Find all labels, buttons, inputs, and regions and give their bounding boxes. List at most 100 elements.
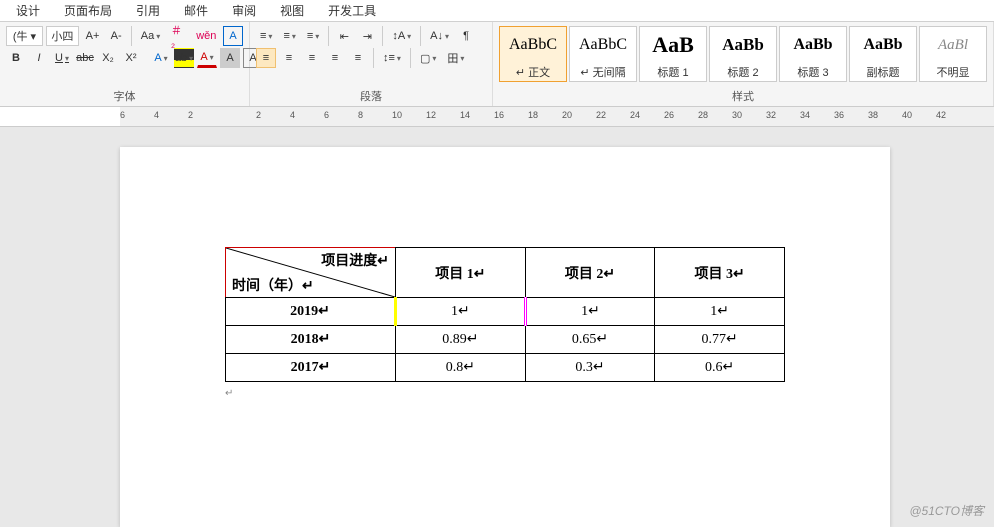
font-size-select[interactable]: 小四 [46, 26, 79, 46]
superscript-button[interactable]: X² [121, 48, 141, 68]
row-header-2017[interactable]: 2017↵ [226, 354, 396, 382]
table-corner-cell[interactable]: 项目进度↵ 时间（年）↵ [226, 248, 396, 298]
menu-mailings[interactable]: 邮件 [172, 0, 220, 21]
phonetic-guide-button[interactable]: wěn [193, 26, 220, 46]
col-header-2[interactable]: 项目 2↵ [525, 248, 655, 298]
ruler-tick: 34 [800, 110, 810, 120]
font-family-select[interactable]: (牛 ▾ [6, 26, 43, 46]
document-table[interactable]: 项目进度↵ 时间（年）↵ 项目 1↵ 项目 2↵ 项目 3↵ 2019↵ 1↵ … [225, 247, 785, 382]
paragraph-group-label: 段落 [256, 88, 486, 106]
separator [420, 26, 421, 46]
menu-pagelayout[interactable]: 页面布局 [52, 0, 124, 21]
text-effects-button[interactable]: A [151, 48, 171, 68]
style-card-0[interactable]: AaBbC↵ 正文 [499, 26, 567, 82]
show-marks-button[interactable]: ¶ [456, 26, 476, 46]
text-direction-button[interactable]: ↕A [388, 26, 415, 46]
watermark-label: @51CTO博客 [909, 502, 984, 519]
styles-gallery[interactable]: AaBbC↵ 正文AaBbC↵ 无间隔AaB标题 1AaBb标题 2AaBb标题… [499, 26, 987, 82]
paragraph-mark: ↵ [225, 388, 785, 399]
cell[interactable]: 1↵ [655, 298, 785, 326]
align-left-button[interactable]: ≡ [256, 48, 276, 68]
align-right-button[interactable]: ≡ [302, 48, 322, 68]
strikethrough-button[interactable]: abc [75, 48, 95, 68]
row-header-2018[interactable]: 2018↵ [226, 326, 396, 354]
style-card-4[interactable]: AaBb标题 3 [779, 26, 847, 82]
style-name-label: ↵ 无间隔 [570, 63, 636, 81]
ruler-tick: 30 [732, 110, 742, 120]
col-header-3[interactable]: 项目 3↵ [655, 248, 785, 298]
ribbon: (牛 ▾ 小四 A+ A- Aa ＃₂ wěn A B I U abc X₂ X… [0, 22, 994, 107]
ruler-tick: 16 [494, 110, 504, 120]
ruler-tick: 20 [562, 110, 572, 120]
sort-button[interactable]: A↓ [426, 26, 453, 46]
styles-group-label: 样式 [499, 88, 987, 106]
cell[interactable]: 0.77↵ [655, 326, 785, 354]
menu-design[interactable]: 设计 [4, 0, 52, 21]
align-center-button[interactable]: ≡ [279, 48, 299, 68]
corner-bottom-label: 时间（年）↵ [232, 275, 314, 295]
indent-decrease-button[interactable]: ⇤ [334, 26, 354, 46]
bold-button[interactable]: B [6, 48, 26, 68]
ruler-tick: 40 [902, 110, 912, 120]
document-page[interactable]: 项目进度↵ 时间（年）↵ 项目 1↵ 项目 2↵ 项目 3↵ 2019↵ 1↵ … [120, 147, 890, 527]
indent-increase-button[interactable]: ⇥ [357, 26, 377, 46]
cell[interactable]: 0.65↵ [525, 326, 655, 354]
align-justify-button[interactable]: ≡ [325, 48, 345, 68]
clear-formatting-button[interactable]: ＃₂ [167, 26, 190, 46]
bullets-button[interactable]: ≡ [256, 26, 276, 46]
cell[interactable]: 0.3↵ [525, 354, 655, 382]
menu-view[interactable]: 视图 [268, 0, 316, 21]
cell[interactable]: 0.6↵ [655, 354, 785, 382]
borders-button[interactable]: 田 [443, 48, 468, 68]
multilevel-list-button[interactable]: ≡ [303, 26, 323, 46]
ruler-tick: 8 [358, 110, 363, 120]
style-card-1[interactable]: AaBbC↵ 无间隔 [569, 26, 637, 82]
ruler-tick: 12 [426, 110, 436, 120]
ribbon-group-font: (牛 ▾ 小四 A+ A- Aa ＃₂ wěn A B I U abc X₂ X… [0, 22, 250, 106]
style-name-label: 不明显 [920, 63, 986, 81]
line-spacing-button[interactable]: ↕≡ [379, 48, 405, 68]
cell[interactable]: 1↵ [525, 298, 655, 326]
table-row: 2017↵ 0.8↵ 0.3↵ 0.6↵ [226, 354, 785, 382]
cell[interactable]: 0.8↵ [396, 354, 526, 382]
horizontal-ruler[interactable]: 6422468101214161820222426283032343638404… [0, 107, 994, 127]
cell[interactable]: 1↵ [396, 298, 526, 326]
ruler-tick: 2 [188, 110, 193, 120]
grow-font-button[interactable]: A+ [82, 26, 103, 46]
highlight-button[interactable]: ab [174, 48, 194, 68]
ruler-tick: 28 [698, 110, 708, 120]
style-card-3[interactable]: AaBb标题 2 [709, 26, 777, 82]
ribbon-group-styles: AaBbC↵ 正文AaBbC↵ 无间隔AaB标题 1AaBb标题 2AaBb标题… [493, 22, 994, 106]
row-header-2019[interactable]: 2019↵ [226, 298, 396, 326]
subscript-button[interactable]: X₂ [98, 48, 118, 68]
shrink-font-button[interactable]: A- [106, 26, 126, 46]
separator [328, 26, 329, 46]
change-case-button[interactable]: Aa [137, 26, 164, 46]
char-shading-button[interactable]: A [220, 48, 240, 68]
col-header-1[interactable]: 项目 1↵ [396, 248, 526, 298]
menu-review[interactable]: 审阅 [220, 0, 268, 21]
style-preview: AaBbC [500, 27, 566, 63]
underline-button[interactable]: U [52, 48, 72, 68]
style-name-label: 标题 3 [780, 63, 846, 81]
document-viewport[interactable]: 项目进度↵ 时间（年）↵ 项目 1↵ 项目 2↵ 项目 3↵ 2019↵ 1↵ … [0, 127, 994, 525]
ruler-tick: 4 [290, 110, 295, 120]
numbering-button[interactable]: ≡ [279, 26, 299, 46]
italic-button[interactable]: I [29, 48, 49, 68]
cell[interactable]: 0.89↵ [396, 326, 526, 354]
menu-references[interactable]: 引用 [124, 0, 172, 21]
font-group-label: 字体 [6, 88, 243, 106]
style-card-2[interactable]: AaB标题 1 [639, 26, 707, 82]
shading-button[interactable]: ▢ [416, 48, 440, 68]
style-card-5[interactable]: AaBb副标题 [849, 26, 917, 82]
style-card-6[interactable]: AaBl不明显 [919, 26, 987, 82]
char-border-button[interactable]: A [223, 26, 243, 46]
font-color-button[interactable]: A [197, 48, 217, 68]
style-name-label: ↵ 正文 [500, 63, 566, 81]
ruler-tick: 4 [154, 110, 159, 120]
style-preview: AaB [640, 27, 706, 63]
ruler-tick: 10 [392, 110, 402, 120]
align-distribute-button[interactable]: ≡ [348, 48, 368, 68]
menu-devtools[interactable]: 开发工具 [316, 0, 388, 21]
ruler-tick: 38 [868, 110, 878, 120]
